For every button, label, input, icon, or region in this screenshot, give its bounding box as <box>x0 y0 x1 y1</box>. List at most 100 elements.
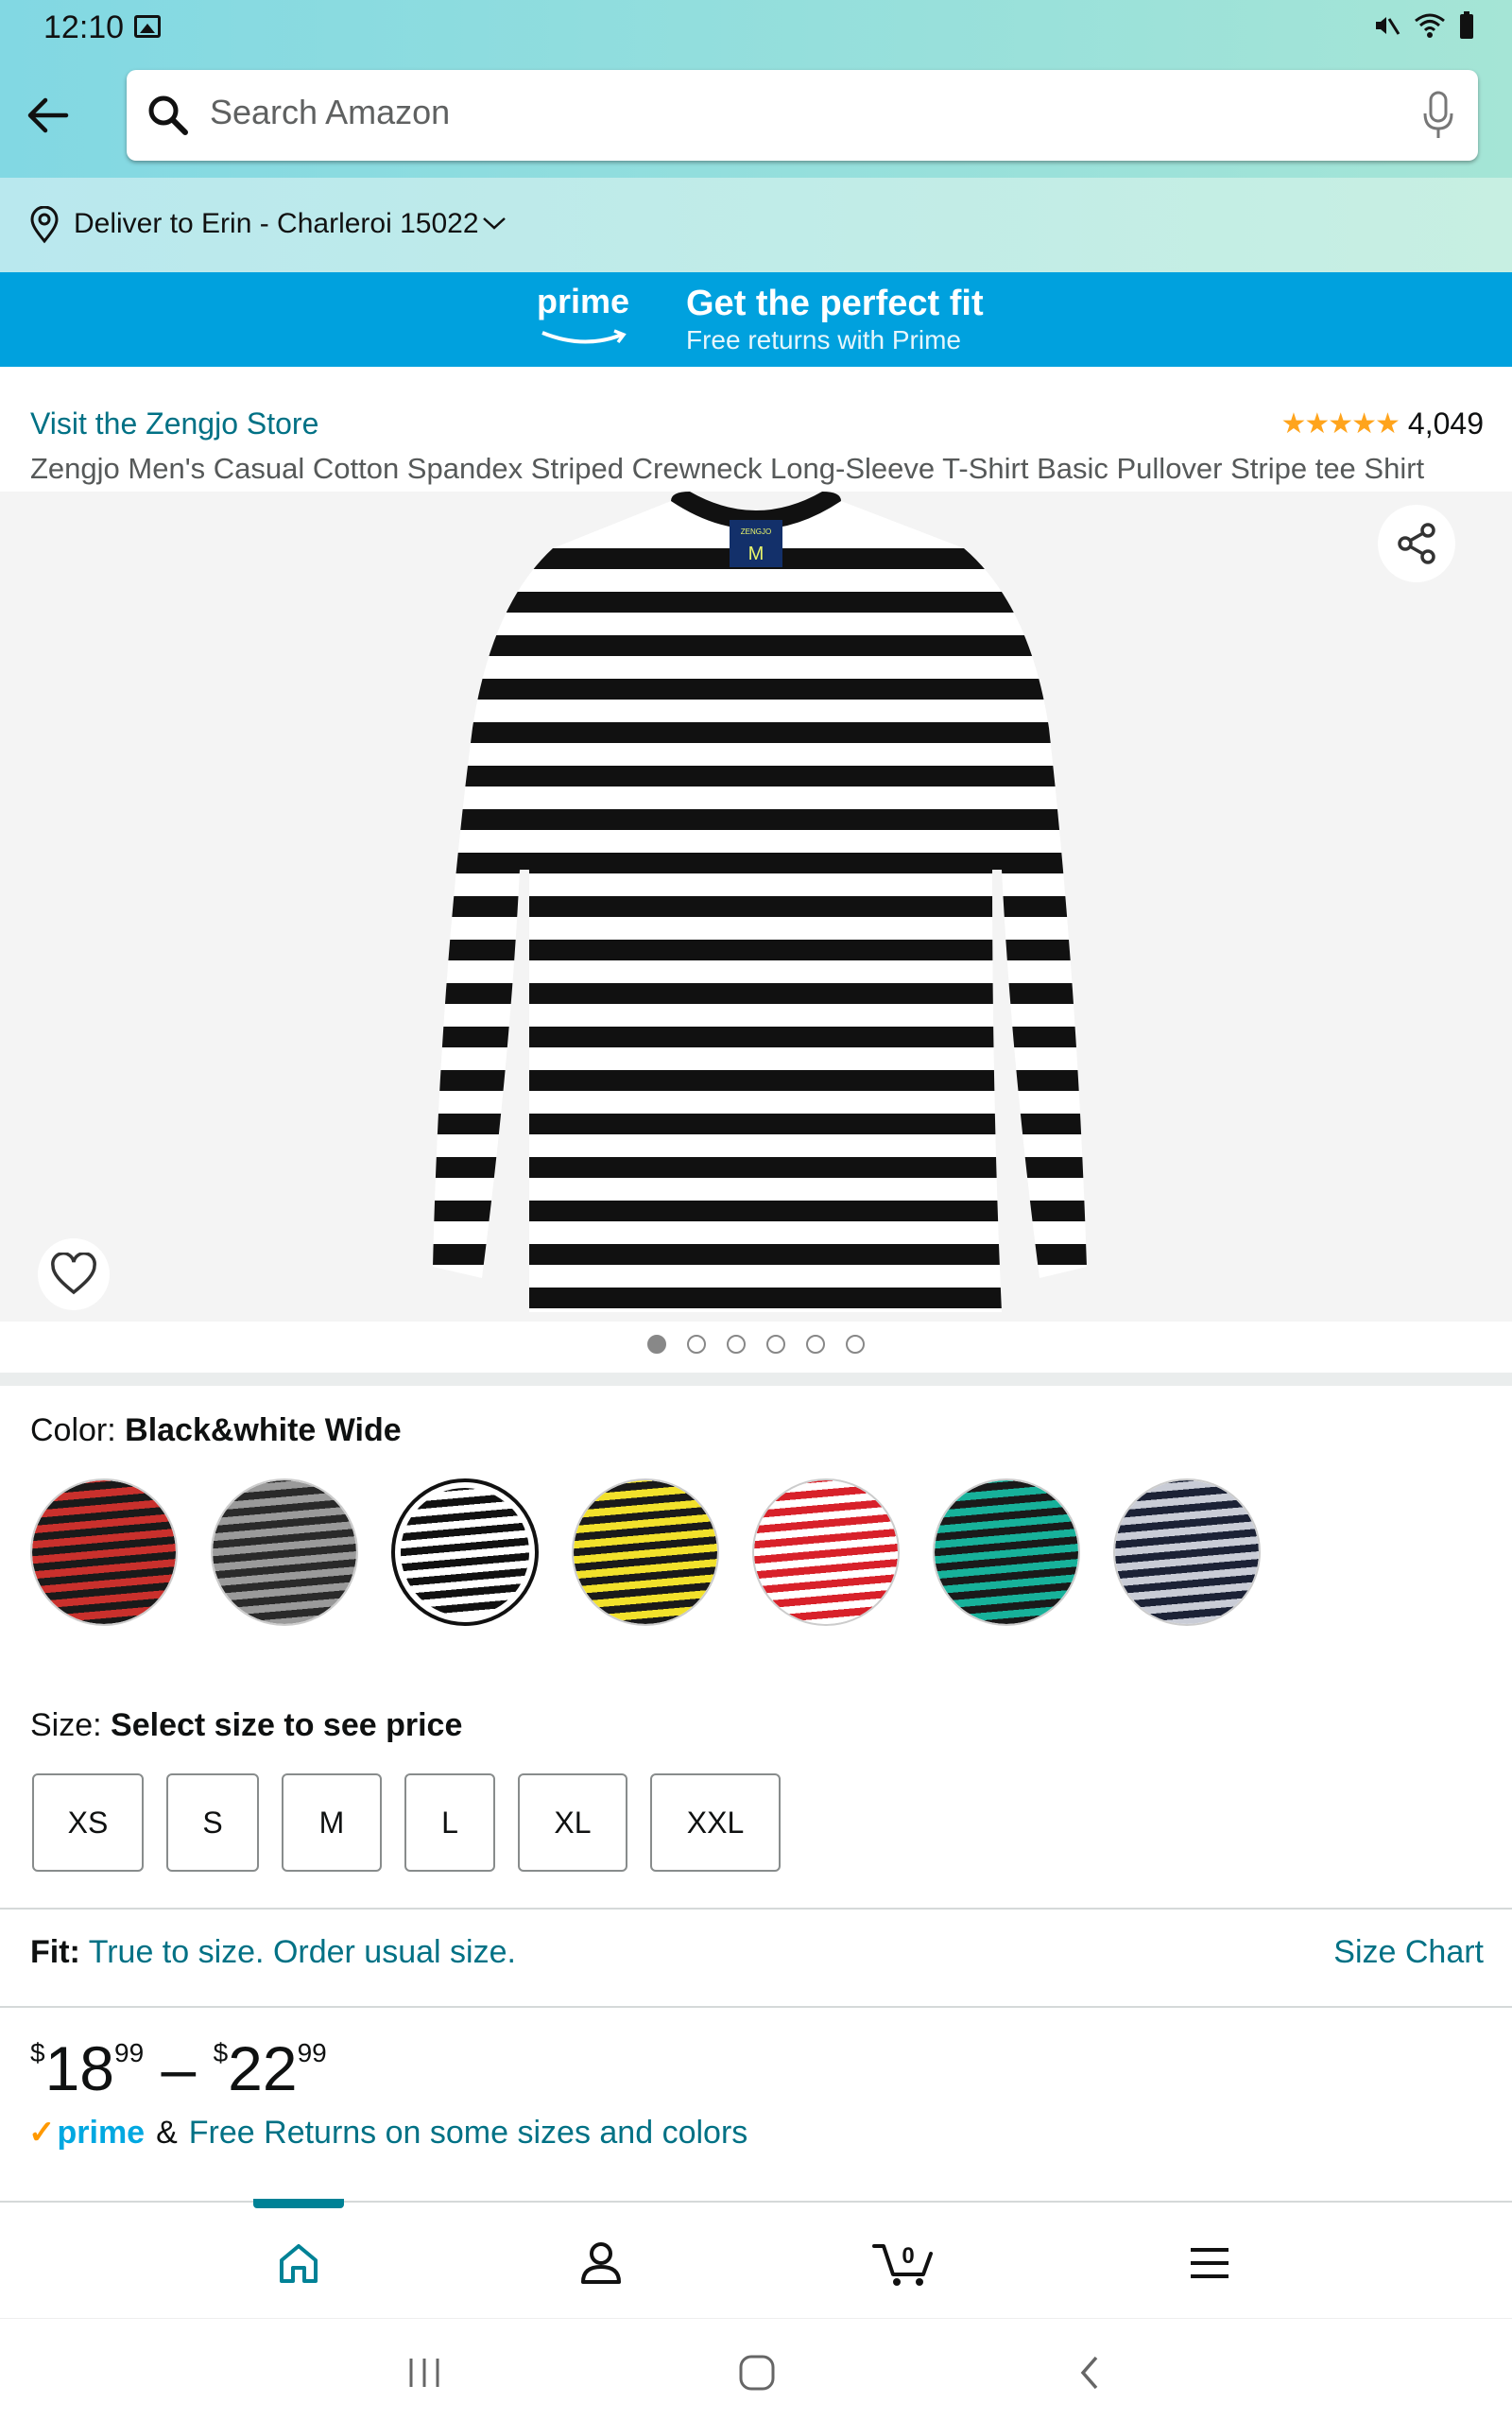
delivery-location-bar[interactable]: Deliver to Erin - Charleroi 15022 <box>0 178 1512 272</box>
recent-apps-icon <box>409 2359 439 2387</box>
cart-icon: 0 <box>872 2243 933 2286</box>
search-input[interactable]: Search Amazon <box>127 70 1478 161</box>
status-time: 12:10 <box>43 9 125 45</box>
chevron-down-icon <box>483 217 506 230</box>
home-icon <box>280 2244 318 2283</box>
mute-icon <box>1376 17 1400 35</box>
rating-summary[interactable]: ★★★★★ 4,049 <box>1280 406 1484 441</box>
size-option-xl[interactable]: XL <box>518 1773 627 1872</box>
bottom-navigation: 0 <box>0 2199 1512 2318</box>
prime-logo: prime <box>537 282 630 320</box>
status-icons <box>1372 11 1474 40</box>
swatch-image <box>401 1488 529 1616</box>
divider <box>0 2006 1512 2008</box>
price-separator: – <box>161 2033 197 2103</box>
home-system-button[interactable] <box>724 2340 790 2406</box>
add-to-wishlist-button[interactable] <box>38 1238 110 1310</box>
swatch-image <box>574 1480 717 1624</box>
shirt-stripe <box>433 722 1087 743</box>
store-link[interactable]: Visit the Zengjo Store <box>30 406 318 441</box>
account-icon <box>581 2242 621 2284</box>
wifi-icon <box>1415 13 1445 38</box>
back-system-button[interactable] <box>1057 2340 1123 2406</box>
color-swatch-navy-white-stripe[interactable] <box>1113 1478 1261 1626</box>
section-divider <box>0 1373 1512 1386</box>
price-range: $1899 – $2299 <box>30 2032 327 2104</box>
size-option-s[interactable]: S <box>166 1773 259 1872</box>
fit-text[interactable]: True to size. Order usual size. <box>89 1934 516 1970</box>
shirt-stripe <box>433 1027 1087 1047</box>
prime-banner-subline: Free returns with Prime <box>686 325 961 354</box>
status-bar: 12:10 <box>0 0 1512 55</box>
size-label: Size: Select size to see price <box>30 1707 462 1744</box>
product-image: ZENGJO M <box>387 492 1125 1322</box>
free-returns-link[interactable]: Free Returns on some sizes and colors <box>189 2115 747 2152</box>
carousel-dot[interactable] <box>846 1335 865 1354</box>
shirt-stripe <box>433 635 1087 656</box>
nav-account[interactable] <box>554 2225 648 2301</box>
gallery-notification-icon <box>134 15 161 38</box>
rating-stars-icon: ★★★★★ <box>1280 408 1400 440</box>
battery-icon <box>1460 11 1473 39</box>
prime-badge: prime <box>57 2114 146 2151</box>
color-swatch-black-white-wide[interactable] <box>391 1478 539 1626</box>
search-icon <box>148 95 188 135</box>
shirt-stripe <box>433 766 1087 786</box>
carousel-dot[interactable] <box>647 1335 666 1354</box>
back-arrow-icon <box>27 97 69 133</box>
selected-color-name: Black&white Wide <box>125 1412 402 1448</box>
divider <box>0 1908 1512 1910</box>
size-option-m[interactable]: M <box>282 1773 382 1872</box>
size-chart-link[interactable]: Size Chart <box>1333 1934 1484 1971</box>
carousel-dot[interactable] <box>766 1335 785 1354</box>
size-option-list: XS S M L XL XXL <box>32 1773 781 1872</box>
recent-apps-button[interactable] <box>391 2340 457 2406</box>
color-swatch-yellow-black-stripe[interactable] <box>572 1478 719 1626</box>
prime-banner[interactable]: prime Get the perfect fit Free returns w… <box>0 272 1512 367</box>
price-currency: $ <box>30 2038 45 2067</box>
menu-icon <box>1191 2248 1228 2278</box>
color-label-prefix: Color: <box>30 1412 126 1448</box>
price-currency: $ <box>213 2038 229 2067</box>
shirt-stripe <box>433 853 1087 873</box>
carousel-pagination <box>0 1335 1512 1354</box>
size-option-xs[interactable]: XS <box>32 1773 144 1872</box>
product-title: Zengjo Men's Casual Cotton Spandex Strip… <box>30 452 1425 485</box>
nav-active-indicator <box>253 2199 344 2208</box>
shirt-stripe <box>433 809 1087 830</box>
nav-cart[interactable]: 0 <box>856 2225 951 2301</box>
swatch-image <box>935 1480 1078 1624</box>
size-option-l[interactable]: L <box>404 1773 495 1872</box>
prime-check-icon: ✓ <box>28 2115 56 2151</box>
size-prompt: Select size to see price <box>111 1707 463 1743</box>
product-image-carousel[interactable]: ZENGJO M <box>0 492 1512 1322</box>
fit-info: Fit: True to size. Order usual size. <box>30 1934 516 1971</box>
price-low-fraction: 99 <box>114 2038 145 2067</box>
swatch-image <box>32 1480 176 1624</box>
home-circle-icon <box>739 2355 775 2391</box>
back-chevron-icon <box>1080 2356 1098 2390</box>
color-swatch-red-black-stripe[interactable] <box>30 1478 178 1626</box>
prime-banner-headline: Get the perfect fit <box>686 284 984 323</box>
color-label: Color: Black&white Wide <box>30 1412 402 1449</box>
carousel-dot[interactable] <box>806 1335 825 1354</box>
color-swatch-list <box>30 1478 1261 1626</box>
share-icon <box>1398 523 1435 564</box>
carousel-dot[interactable] <box>727 1335 746 1354</box>
color-swatch-red-white-stripe[interactable] <box>752 1478 900 1626</box>
location-pin-icon <box>30 206 59 244</box>
color-swatch-green-black-stripe[interactable] <box>933 1478 1080 1626</box>
delivery-location-text: Deliver to Erin - Charleroi 15022 <box>74 208 479 239</box>
share-button[interactable] <box>1378 505 1455 582</box>
nav-home[interactable] <box>251 2225 346 2301</box>
carousel-dot[interactable] <box>687 1335 706 1354</box>
back-button[interactable] <box>19 87 76 144</box>
color-swatch-black-grey-stripe[interactable] <box>211 1478 358 1626</box>
system-navigation-bar <box>0 2318 1512 2420</box>
shirt-tag-size: M <box>748 544 765 564</box>
microphone-icon[interactable] <box>1419 89 1457 142</box>
shirt-stripe <box>433 896 1087 917</box>
prime-ampersand: & <box>156 2114 178 2151</box>
size-option-xxl[interactable]: XXL <box>650 1773 781 1872</box>
nav-menu[interactable] <box>1162 2225 1257 2301</box>
